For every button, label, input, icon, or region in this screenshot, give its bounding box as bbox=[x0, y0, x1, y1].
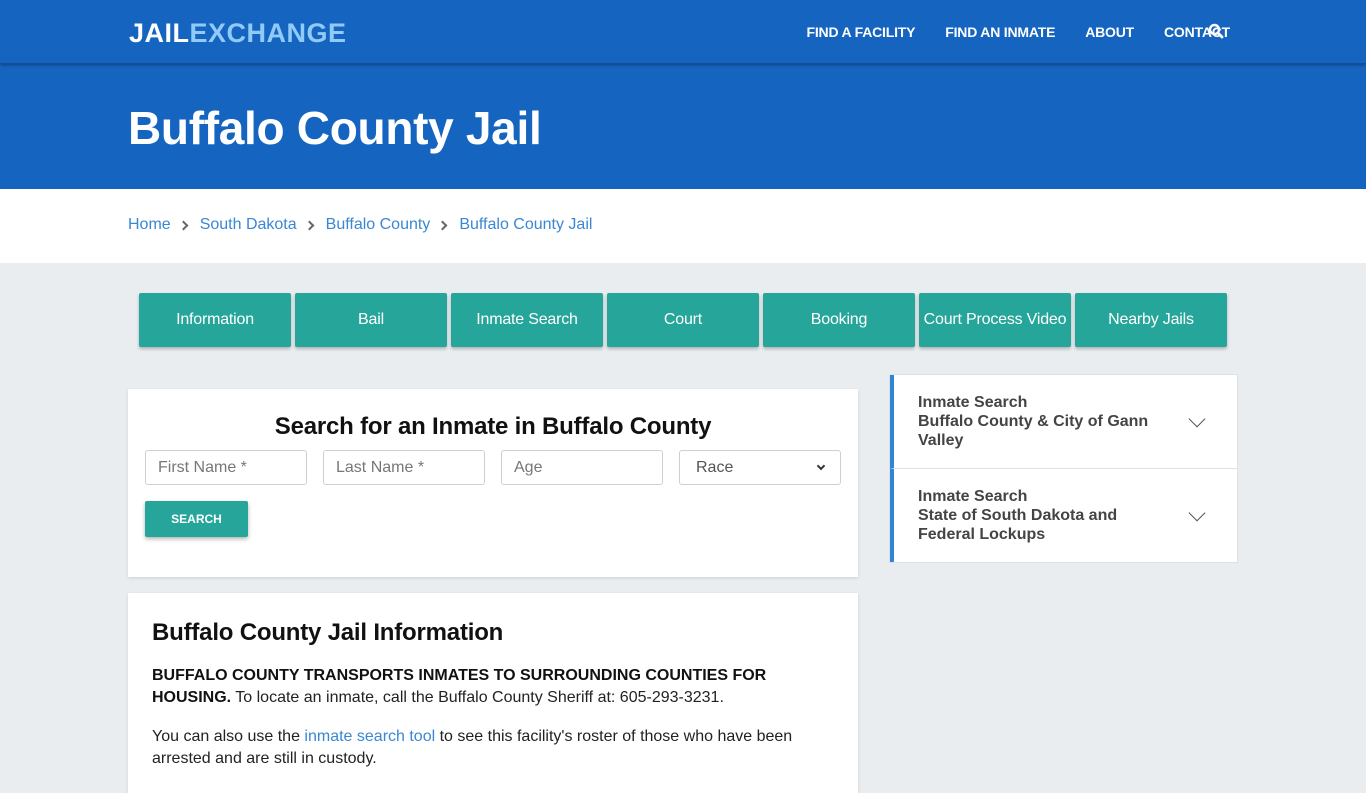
tab-court-process-video[interactable]: Court Process Video bbox=[919, 293, 1071, 347]
chevron-down-icon bbox=[1188, 504, 1206, 521]
chevron-down-icon bbox=[816, 461, 826, 471]
section-tabs: Information Bail Inmate Search Court Boo… bbox=[139, 293, 1231, 347]
search-button[interactable]: SEARCH bbox=[145, 501, 248, 537]
navbar: JAILEXCHANGE FIND A FACILITY FIND AN INM… bbox=[0, 0, 1366, 64]
nav-find-facility[interactable]: FIND A FACILITY bbox=[807, 24, 916, 40]
search-icon[interactable] bbox=[1208, 23, 1224, 39]
accordion-heading: Inmate Search bbox=[918, 394, 1028, 411]
last-name-input[interactable] bbox=[323, 450, 485, 485]
sheriff-contact-text: To locate an inmate, call the Buffalo Co… bbox=[231, 689, 724, 706]
breadcrumb-current[interactable]: Buffalo County Jail bbox=[459, 216, 592, 234]
breadcrumb: Home South Dakota Buffalo County Buffalo… bbox=[128, 216, 592, 234]
accordion-subheading: Buffalo County & City of Gann Valley bbox=[918, 413, 1149, 449]
tab-information[interactable]: Information bbox=[139, 293, 291, 347]
inmate-search-card: Search for an Inmate in Buffalo County R… bbox=[128, 389, 858, 577]
chevron-right-icon bbox=[437, 220, 448, 230]
info-paragraph-1: BUFFALO COUNTY TRANSPORTS INMATES TO SUR… bbox=[152, 665, 832, 709]
sidebar-accordion: Inmate Search Buffalo County & City of G… bbox=[889, 374, 1238, 563]
accordion-subheading: State of South Dakota and Federal Lockup… bbox=[918, 507, 1118, 543]
nav-about[interactable]: ABOUT bbox=[1085, 24, 1134, 40]
tab-nearby-jails[interactable]: Nearby Jails bbox=[1075, 293, 1227, 347]
hero-banner: Buffalo County Jail bbox=[0, 64, 1366, 189]
nav-find-inmate[interactable]: FIND AN INMATE bbox=[945, 24, 1055, 40]
tab-booking[interactable]: Booking bbox=[763, 293, 915, 347]
inmate-search-tool-link[interactable]: inmate search tool bbox=[304, 728, 435, 745]
tab-bail[interactable]: Bail bbox=[295, 293, 447, 347]
jail-info-card: Buffalo County Jail Information BUFFALO … bbox=[128, 593, 858, 793]
tab-court[interactable]: Court bbox=[607, 293, 759, 347]
info-paragraph-2: You can also use the inmate search tool … bbox=[152, 726, 832, 770]
race-select-value: Race bbox=[696, 458, 734, 476]
breadcrumb-home[interactable]: Home bbox=[128, 216, 171, 234]
chevron-right-icon bbox=[304, 220, 315, 230]
accordion-county-search[interactable]: Inmate Search Buffalo County & City of G… bbox=[890, 375, 1237, 469]
breadcrumb-county[interactable]: Buffalo County bbox=[326, 216, 431, 234]
tab-inmate-search[interactable]: Inmate Search bbox=[451, 293, 603, 347]
breadcrumb-state[interactable]: South Dakota bbox=[200, 216, 297, 234]
breadcrumb-bar: Home South Dakota Buffalo County Buffalo… bbox=[0, 189, 1366, 263]
info-title: Buffalo County Jail Information bbox=[152, 619, 504, 646]
logo-jail: JAIL bbox=[129, 18, 190, 48]
main-nav: FIND A FACILITY FIND AN INMATE ABOUT CON… bbox=[807, 0, 1260, 64]
accordion-state-federal-search[interactable]: Inmate Search State of South Dakota and … bbox=[890, 469, 1237, 562]
accordion-heading: Inmate Search bbox=[918, 488, 1028, 505]
p2-text-before: You can also use the bbox=[152, 728, 305, 745]
site-logo[interactable]: JAILEXCHANGE bbox=[129, 17, 347, 49]
logo-exchange: EXCHANGE bbox=[189, 18, 347, 48]
race-select[interactable]: Race bbox=[679, 450, 841, 485]
chevron-down-icon bbox=[1188, 410, 1206, 427]
search-card-title: Search for an Inmate in Buffalo County bbox=[274, 413, 712, 440]
age-input[interactable] bbox=[501, 450, 663, 485]
first-name-input[interactable] bbox=[145, 450, 307, 485]
chevron-right-icon bbox=[178, 220, 189, 230]
page-title: Buffalo County Jail bbox=[128, 102, 542, 154]
